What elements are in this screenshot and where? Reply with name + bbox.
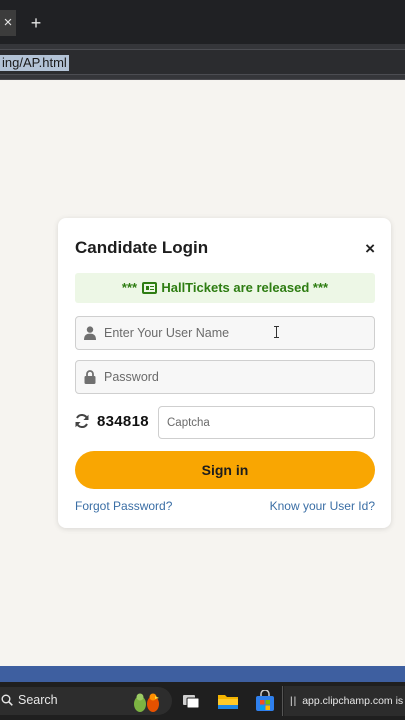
tab-close-button[interactable]: ×: [0, 10, 16, 36]
captcha-field: [158, 406, 375, 439]
browser-tab-strip: × +: [0, 0, 405, 44]
notice-text: HallTickets are released: [161, 280, 310, 295]
search-icon: [1, 694, 13, 706]
task-view-icon[interactable]: [180, 690, 202, 712]
username-field: [75, 316, 375, 350]
search-label: Search: [18, 693, 58, 707]
ticket-icon: [141, 282, 157, 294]
close-icon[interactable]: ×: [365, 240, 375, 258]
page-body: Candidate Login × *** HallTickets are re…: [0, 81, 405, 666]
login-title: Candidate Login: [75, 238, 209, 257]
user-icon: [84, 326, 96, 340]
sharing-notification[interactable]: || app.clipchamp.com is s: [284, 686, 405, 716]
taskbar-divider: [282, 686, 283, 716]
login-card: Candidate Login × *** HallTickets are re…: [58, 218, 391, 528]
password-input[interactable]: [104, 361, 369, 393]
url-field[interactable]: ing/AP.html: [0, 49, 405, 75]
forgot-password-link[interactable]: Forgot Password?: [75, 499, 172, 513]
taskbar-search[interactable]: Search: [0, 687, 172, 715]
notice-suffix: ***: [312, 280, 329, 295]
know-user-id-link[interactable]: Know your User Id?: [270, 499, 375, 513]
screen-strip: [0, 666, 405, 682]
url-text[interactable]: ing/AP.html: [0, 55, 69, 71]
refresh-icon[interactable]: [74, 413, 90, 429]
captcha-code: 834818: [97, 413, 149, 430]
store-icon[interactable]: [254, 690, 276, 712]
captcha-input[interactable]: [167, 407, 367, 438]
sign-in-button[interactable]: Sign in: [75, 451, 375, 489]
file-explorer-icon[interactable]: [217, 690, 239, 712]
hallticket-notice: *** HallTickets are released ***: [75, 273, 375, 303]
taskbar: Search || app.clipchamp.com is s: [0, 682, 405, 720]
text-cursor-icon: [274, 326, 279, 338]
address-bar: ing/AP.html: [0, 44, 405, 80]
notification-text: app.clipchamp.com is s: [302, 695, 405, 707]
parrots-icon: [134, 693, 159, 712]
username-input[interactable]: [104, 317, 369, 349]
pause-icon[interactable]: ||: [290, 687, 297, 716]
notice-prefix: ***: [121, 280, 138, 295]
password-field: [75, 360, 375, 394]
new-tab-button[interactable]: +: [28, 12, 44, 34]
lock-icon: [84, 370, 96, 384]
